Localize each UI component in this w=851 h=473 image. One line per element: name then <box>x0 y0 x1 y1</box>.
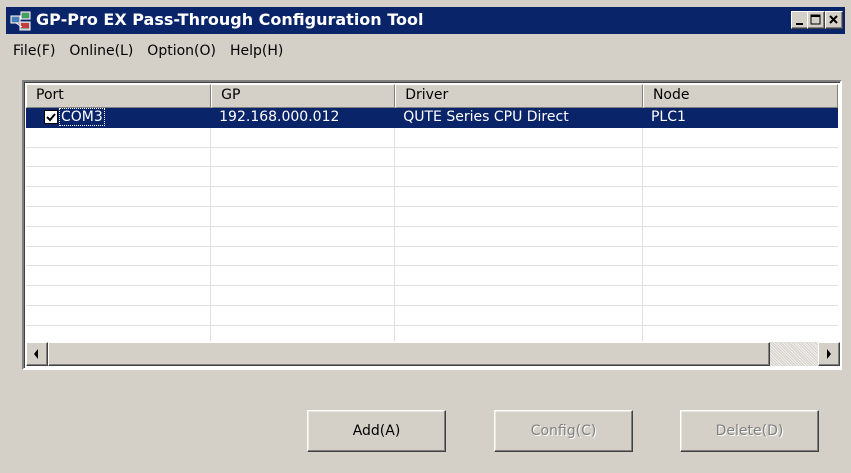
empty-cell <box>395 305 643 325</box>
close-button[interactable] <box>825 11 843 29</box>
empty-cell <box>211 187 396 206</box>
menu-file[interactable]: File(F) <box>6 40 62 62</box>
window-title: GP-Pro EX Pass-Through Configuration Too… <box>36 10 424 29</box>
menu-option[interactable]: Option(O) <box>140 40 223 62</box>
column-header-gp[interactable]: GP <box>211 84 396 108</box>
table-row-empty[interactable] <box>26 147 838 168</box>
menu-bar: File(F) Online(L) Option(O) Help(H) <box>6 36 845 66</box>
empty-cell <box>643 148 838 167</box>
list-rows: COM3 192.168.000.012 QUTE Series CPU Dir… <box>26 108 838 344</box>
menu-help[interactable]: Help(H) <box>223 40 290 62</box>
empty-cell <box>211 286 396 305</box>
table-row[interactable]: COM3 192.168.000.012 QUTE Series CPU Dir… <box>26 108 838 128</box>
connection-list[interactable]: Port GP Driver Node COM3 192.168.000.012… <box>22 80 842 370</box>
table-row-empty[interactable] <box>26 187 838 207</box>
checkmark-icon <box>46 113 56 122</box>
empty-cell <box>211 305 396 325</box>
table-row-empty[interactable] <box>26 226 838 247</box>
empty-cell <box>395 246 643 266</box>
empty-cell <box>211 167 396 187</box>
table-row-empty[interactable] <box>26 305 838 326</box>
empty-cell <box>211 226 396 246</box>
empty-cell <box>26 187 212 206</box>
empty-cell <box>643 167 838 186</box>
empty-cell <box>26 147 212 167</box>
scroll-thumb[interactable] <box>48 342 770 366</box>
empty-cell <box>211 127 396 147</box>
empty-cell <box>643 128 838 147</box>
empty-cell <box>26 305 212 325</box>
empty-cell <box>395 167 643 187</box>
maximize-button[interactable] <box>807 11 825 29</box>
empty-cell <box>211 266 396 286</box>
empty-cell <box>395 206 643 226</box>
app-network-icon <box>10 10 32 32</box>
empty-cell <box>643 207 838 226</box>
config-button[interactable]: Config(C) <box>494 410 633 452</box>
empty-cell <box>643 227 838 246</box>
empty-cell <box>26 127 212 147</box>
add-button[interactable]: Add(A) <box>307 410 446 452</box>
horizontal-scrollbar[interactable] <box>26 342 840 366</box>
empty-cell <box>26 266 212 286</box>
empty-cell <box>643 306 838 325</box>
driver-cell: QUTE Series CPU Direct <box>395 108 643 127</box>
column-header-node[interactable]: Node <box>642 84 838 108</box>
port-value: COM3 <box>59 108 105 127</box>
column-header-driver[interactable]: Driver <box>395 84 643 108</box>
scroll-left-button[interactable] <box>26 342 48 366</box>
scroll-right-button[interactable] <box>818 342 840 366</box>
empty-cell <box>395 286 643 305</box>
menu-online[interactable]: Online(L) <box>62 40 140 62</box>
gp-cell: 192.168.000.012 <box>211 108 396 127</box>
empty-cell <box>643 286 838 305</box>
empty-cell <box>26 286 212 305</box>
port-cell: COM3 <box>26 108 212 127</box>
main-window: GP-Pro EX Pass-Through Configuration Too… <box>0 0 851 473</box>
empty-cell <box>395 147 643 167</box>
table-row-empty[interactable] <box>26 127 838 148</box>
table-row-empty[interactable] <box>26 246 838 267</box>
scroll-track[interactable] <box>770 342 818 366</box>
empty-cell <box>211 147 396 167</box>
title-bar[interactable]: GP-Pro EX Pass-Through Configuration Too… <box>6 7 845 34</box>
table-row-empty[interactable] <box>26 167 838 188</box>
empty-cell <box>26 206 212 226</box>
empty-cell <box>395 187 643 206</box>
row-enable-checkbox[interactable] <box>44 110 58 125</box>
list-header: Port GP Driver Node <box>26 84 838 108</box>
delete-button[interactable]: Delete(D) <box>680 410 819 452</box>
empty-cell <box>26 246 212 266</box>
empty-cell <box>395 266 643 286</box>
node-cell: PLC1 <box>650 109 686 125</box>
empty-cell <box>395 226 643 246</box>
empty-cell <box>643 247 838 266</box>
table-row-empty[interactable] <box>26 206 838 227</box>
empty-cell <box>395 127 643 147</box>
empty-cell <box>643 266 838 285</box>
empty-cell <box>26 167 212 187</box>
empty-cell <box>26 226 212 246</box>
table-row-empty[interactable] <box>26 286 838 306</box>
empty-cell <box>211 246 396 266</box>
empty-cell <box>211 206 396 226</box>
table-row-empty[interactable] <box>26 266 838 287</box>
column-header-port[interactable]: Port <box>26 84 212 108</box>
empty-cell <box>643 187 838 206</box>
